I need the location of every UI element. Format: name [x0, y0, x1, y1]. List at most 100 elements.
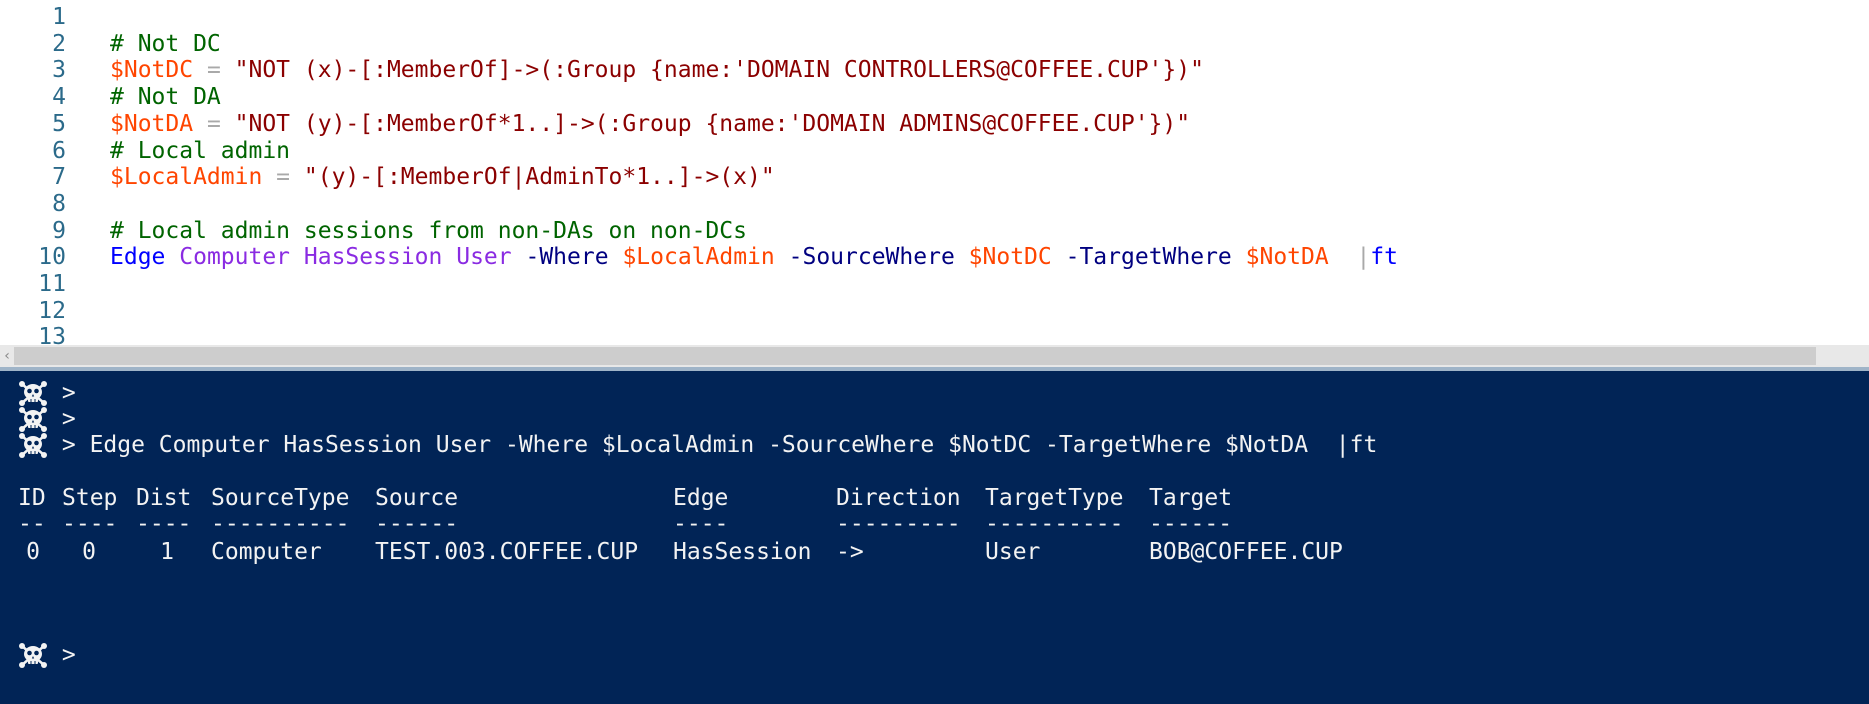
line-number: 5: [52, 110, 66, 137]
console-pane[interactable]: > > > Edge Computer HasSession User -Whe…: [0, 371, 1869, 704]
code-token-op: =: [193, 110, 235, 137]
code-token-arg: HasSession: [303, 244, 443, 271]
table-cell: ----: [673, 511, 729, 537]
code-text: # Not DC: [110, 31, 221, 58]
line-number: 2: [52, 30, 66, 57]
table-cell: ---------: [836, 511, 961, 537]
code-token-comment: # Local admin: [110, 137, 291, 164]
line-number: 13: [38, 324, 66, 345]
table-cell: ----------: [985, 511, 1124, 537]
line-number: 7: [52, 164, 66, 191]
script-editor[interactable]: 1 2 # Not DC 3 $NotDC = "NOT (x)-[:MemberOf]…: [0, 0, 1869, 345]
table-cell: ID: [18, 485, 46, 511]
scrollbar-thumb[interactable]: [14, 347, 1816, 365]
code-token-var: $NotDC: [968, 244, 1052, 271]
code-token-op: =: [193, 57, 235, 84]
table-row: 0 0 1 Computer TEST.003.COFFEE.CUP HasSession…: [18, 539, 1518, 566]
prompt-symbol: >: [61, 642, 76, 668]
line-number: 11: [38, 271, 66, 297]
table-cell: ----: [62, 511, 118, 537]
code-text: $NotDA = "NOT (y)-[:MemberOf*1..]->(:Gro…: [110, 111, 1190, 138]
scroll-left-icon[interactable]: ‹: [0, 345, 14, 367]
code-text: # Local admin: [110, 138, 290, 165]
line-number: 8: [52, 190, 66, 217]
code-token-var: $NotDC: [110, 57, 194, 84]
code-token-comment: # Not DA: [110, 84, 221, 111]
line-number: 10: [38, 244, 66, 271]
line-number: 3: [52, 57, 66, 84]
code-token-arg: User: [456, 244, 512, 271]
skull-icon: [18, 432, 48, 459]
table-cell: ------: [1149, 511, 1233, 537]
code-token-cmd: ft: [1370, 244, 1398, 271]
skull-icon: [18, 406, 48, 433]
line-number: 9: [52, 217, 66, 244]
console-command: Edge Computer HasSession User -Where $Lo…: [75, 432, 1378, 458]
code-token-comment: # Not DC: [110, 30, 221, 57]
table-cell: TargetType: [985, 485, 1124, 511]
table-cell: ------: [375, 511, 459, 537]
code-token-str: "NOT (x)-[:MemberOf]->(:Group {name:'DOM…: [234, 57, 1204, 84]
code-token-var: $LocalAdmin: [622, 244, 775, 271]
code-text: $NotDC = "NOT (x)-[:MemberOf]->(:Group {…: [110, 57, 1204, 84]
table-header-row: ID Step Dist SourceType Source Edge Direction T…: [18, 485, 1518, 512]
table-cell: Direction: [836, 485, 961, 511]
table-cell: User: [985, 539, 1041, 565]
table-header-underline: -- ---- ---- ---------- ------ ---- --------- -…: [18, 511, 1518, 538]
table-cell: TEST.003.COFFEE.CUP: [375, 539, 639, 565]
code-token-param: -Where: [525, 244, 609, 271]
table-cell: ----------: [211, 511, 350, 537]
code-token-arg: Computer: [179, 244, 291, 271]
console-prompt-line: >: [18, 380, 76, 407]
code-token-var: $NotDA: [110, 110, 194, 137]
table-cell: Dist: [136, 485, 192, 511]
code-token-str: "(y)-[:MemberOf|AdminTo*1..]->(x)": [303, 164, 775, 191]
console-prompt-line[interactable]: >: [18, 642, 76, 669]
code-token-var: $NotDA: [1245, 244, 1329, 271]
prompt-symbol: >: [61, 380, 76, 406]
table-cell: Computer: [211, 539, 322, 565]
code-token-op: =: [262, 164, 304, 191]
line-number: 6: [52, 137, 66, 164]
table-cell: BOB@COFFEE.CUP: [1149, 539, 1343, 565]
line-number: 12: [38, 297, 66, 324]
code-token-var: $LocalAdmin: [110, 164, 263, 191]
code-text: $LocalAdmin = "(y)-[:MemberOf|AdminTo*1.…: [110, 164, 775, 191]
code-token-comment: # Local admin sessions from non-DAs on n…: [110, 217, 747, 244]
table-cell: 0: [26, 539, 40, 565]
table-cell: Edge: [673, 485, 729, 511]
prompt-symbol: >: [61, 432, 76, 458]
skull-icon: [18, 380, 48, 407]
skull-icon: [18, 642, 48, 669]
table-cell: ->: [836, 539, 864, 565]
table-cell: Target: [1149, 485, 1233, 511]
table-cell: SourceType: [211, 485, 350, 511]
line-number: 1: [52, 4, 66, 30]
prompt-symbol: >: [61, 406, 76, 432]
code-token-pipe: |: [1356, 244, 1371, 271]
table-cell: 0: [82, 539, 96, 565]
table-cell: Source: [375, 485, 459, 511]
code-token-str: "NOT (y)-[:MemberOf*1..]->(:Group {name:…: [234, 110, 1191, 137]
table-cell: 1: [160, 539, 174, 565]
table-cell: --: [18, 511, 46, 537]
code-token-cmd: Edge: [110, 244, 166, 271]
table-cell: ----: [136, 511, 192, 537]
code-text: # Local admin sessions from non-DAs on n…: [110, 218, 747, 245]
console-prompt-line: >: [18, 406, 76, 433]
code-text: Edge Computer HasSession User -Where $Lo…: [110, 244, 1398, 271]
line-number: 4: [52, 84, 66, 111]
code-text: # Not DA: [110, 84, 221, 111]
horizontal-scrollbar[interactable]: ‹: [0, 345, 1869, 367]
table-cell: HasSession: [673, 539, 812, 565]
code-token-param: -SourceWhere: [788, 244, 955, 271]
